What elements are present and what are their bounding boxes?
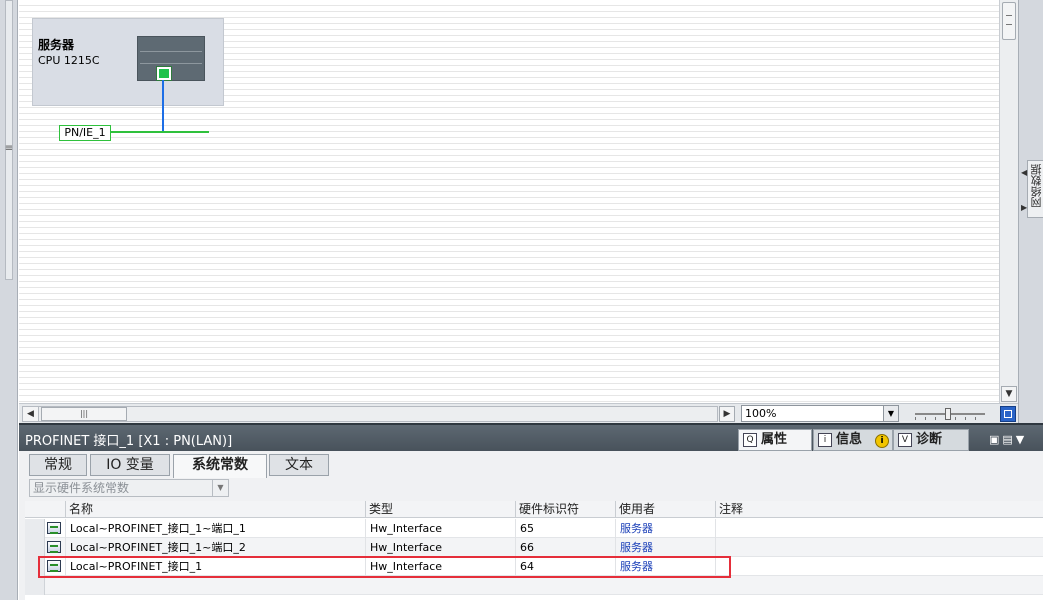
cell-type[interactable]: Hw_Interface	[365, 519, 515, 538]
zoom-select[interactable]: 100% ▼	[741, 405, 899, 422]
horizontal-scroll-thumb[interactable]: |||	[41, 407, 127, 421]
table-row[interactable]: Local~PROFINET_接口_1~端口_1 Hw_Interface 65…	[25, 519, 1043, 538]
cell-hw-id[interactable]: 66	[515, 538, 615, 557]
column-header-name[interactable]: 名称	[65, 501, 365, 518]
properties-tabs: 常规 IO 变量 系统常数 文本	[19, 451, 1043, 479]
device-name: 服务器	[38, 38, 75, 52]
cell-name[interactable]: Local~PROFINET_接口_1~端口_2	[65, 538, 365, 557]
header-gutter	[25, 501, 65, 518]
tab-general[interactable]: 常规	[29, 454, 87, 476]
vertical-scroll-thumb[interactable]	[1002, 2, 1016, 40]
expand-left-arrow-icon[interactable]: ◀	[1021, 168, 1027, 177]
zoom-slider[interactable]	[915, 408, 985, 420]
table-header: 名称 类型 硬件标识符 使用者 注释	[25, 501, 1043, 518]
cell-comment[interactable]	[715, 538, 815, 557]
inspector-header: PROFINET 接口_1 [X1 : PN(LAN)] Q 属性 i 信息 i…	[19, 423, 1043, 451]
cell-name[interactable]: Local~PROFINET_接口_1~端口_1	[65, 519, 365, 538]
cell-user-link[interactable]: 服务器	[615, 557, 715, 576]
cell-type[interactable]: Hw_Interface	[365, 557, 515, 576]
scroll-down-arrow-icon[interactable]: ▼	[1001, 386, 1017, 402]
tab-diagnostics[interactable]: V 诊断	[893, 429, 969, 451]
zoom-value: 100%	[745, 407, 777, 420]
hw-interface-icon	[47, 560, 61, 572]
zoom-slider-handle[interactable]	[945, 408, 951, 420]
info-warning-icon: i	[875, 434, 889, 448]
scroll-right-arrow-icon[interactable]: ▶	[719, 406, 735, 422]
tab-properties[interactable]: Q 属性	[738, 429, 812, 451]
canvas-vertical-scrollbar[interactable]: ▼	[999, 0, 1018, 403]
diagnostics-icon: V	[898, 433, 912, 447]
cell-user-link[interactable]: 服务器	[615, 519, 715, 538]
network-data-tab-label: 网络数据	[1030, 164, 1043, 208]
left-sidebar-strip: ≡	[0, 0, 18, 600]
cell-hw-id[interactable]: 65	[515, 519, 615, 538]
collapse-grip-icon[interactable]: ≡	[4, 144, 14, 154]
tab-io-tags[interactable]: IO 变量	[90, 454, 170, 476]
chevron-down-icon[interactable]: ▼	[883, 406, 898, 421]
plc-device-box[interactable]: 服务器 CPU 1215C	[32, 18, 224, 106]
scroll-left-arrow-icon[interactable]: ◀	[23, 407, 39, 421]
properties-icon: Q	[743, 433, 757, 447]
device-type: CPU 1215C	[38, 54, 100, 67]
subnet-label[interactable]: PN/IE_1	[59, 125, 111, 141]
device-connection-line	[162, 80, 164, 132]
table-row[interactable]: Local~PROFINET_接口_1~端口_2 Hw_Interface 66…	[25, 538, 1043, 557]
column-header-user[interactable]: 使用者	[615, 501, 715, 518]
cell-hw-id[interactable]: 64	[515, 557, 615, 576]
column-header-comment[interactable]: 注释	[715, 501, 815, 518]
canvas-horizontal-scrollbar[interactable]: ◀ |||	[22, 406, 718, 422]
hw-interface-icon	[47, 541, 61, 553]
cell-name[interactable]: Local~PROFINET_接口_1	[65, 557, 365, 576]
table-row-selected[interactable]: Local~PROFINET_接口_1 Hw_Interface 64 服务器	[25, 557, 1043, 576]
network-view-canvas[interactable]: 服务器 CPU 1215C PN/IE_1	[19, 0, 999, 403]
constants-filter-select[interactable]: 显示硬件系统常数 ▼	[29, 479, 229, 497]
subnet-line[interactable]	[109, 131, 209, 133]
panel-controls-icon[interactable]: ▣▤▼	[989, 433, 1027, 446]
tab-system-constants[interactable]: 系统常数	[173, 454, 267, 478]
column-header-hw-id[interactable]: 硬件标识符	[515, 501, 615, 518]
cell-comment[interactable]	[715, 519, 815, 538]
system-constants-table: 名称 类型 硬件标识符 使用者 注释 Local~PROFINET_接口_1~端…	[25, 501, 1043, 600]
cell-comment[interactable]	[715, 557, 815, 576]
tab-info-label: 信息	[836, 432, 863, 447]
plc-module-icon	[137, 36, 205, 81]
tab-properties-label: 属性	[761, 432, 788, 447]
tab-texts[interactable]: 文本	[269, 454, 329, 476]
overview-navigation-icon[interactable]	[1000, 406, 1016, 422]
expand-right-arrow-icon[interactable]: ▶	[1021, 203, 1027, 212]
chevron-down-icon[interactable]: ▼	[212, 480, 228, 496]
hw-interface-icon	[47, 522, 61, 534]
column-header-type[interactable]: 类型	[365, 501, 515, 518]
left-scroll-track[interactable]	[5, 0, 13, 280]
profinet-port-icon[interactable]	[156, 66, 172, 81]
inspector-title: PROFINET 接口_1 [X1 : PN(LAN)]	[25, 434, 233, 449]
cell-type[interactable]: Hw_Interface	[365, 538, 515, 557]
filter-placeholder: 显示硬件系统常数	[33, 481, 130, 495]
info-icon: i	[818, 433, 832, 447]
table-row-empty[interactable]	[25, 576, 1043, 595]
right-sidebar-strip: 网络数据 ◀ ▶	[1018, 0, 1043, 425]
tab-diagnostics-label: 诊断	[916, 432, 943, 447]
editor-status-bar: ◀ ||| ▶ 100% ▼	[19, 403, 1018, 423]
properties-inspector: PROFINET 接口_1 [X1 : PN(LAN)] Q 属性 i 信息 i…	[19, 423, 1043, 600]
cell-user-link[interactable]: 服务器	[615, 538, 715, 557]
